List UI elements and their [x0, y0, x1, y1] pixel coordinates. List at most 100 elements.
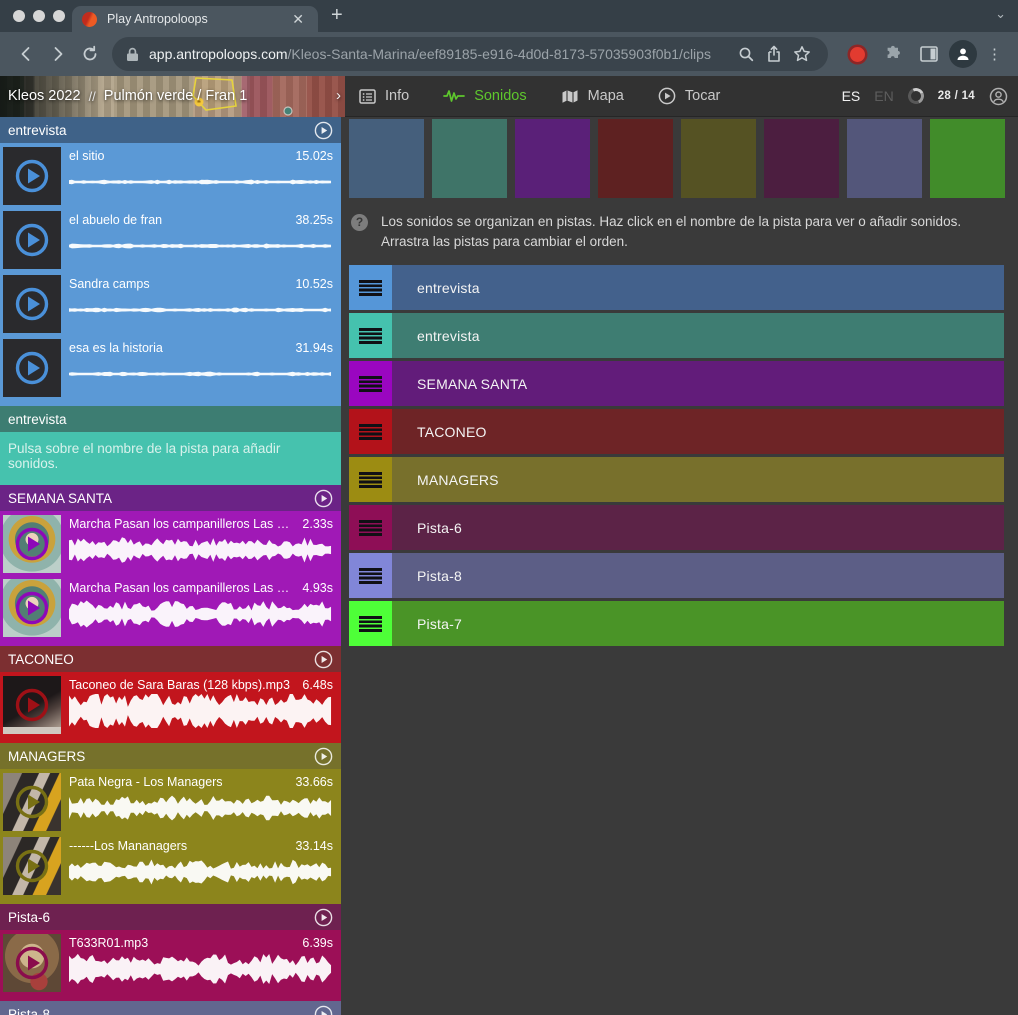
address-bar[interactable]: app.antropoloops.com/Kleos-Santa-Marina/… — [112, 37, 828, 71]
browser-menu-icon[interactable]: ⋮ — [981, 45, 1008, 63]
minimize-window-button[interactable] — [33, 10, 45, 22]
track-name[interactable]: entrevista — [417, 328, 480, 344]
audio-clip[interactable]: Pata Negra - Los Managers 33.66s — [3, 772, 338, 834]
clip-play-button[interactable] — [3, 339, 61, 397]
track-name[interactable]: Pista-6 — [417, 520, 462, 536]
tab-search-chevron-icon[interactable]: ⌄ — [995, 6, 1006, 22]
share-icon[interactable] — [760, 40, 788, 68]
drag-handle[interactable] — [349, 361, 392, 406]
clip-thumbnail[interactable] — [3, 275, 61, 333]
track-name[interactable]: Pista-7 — [417, 616, 462, 632]
clip-play-button[interactable] — [3, 515, 61, 573]
audio-clip[interactable]: Taconeo de Sara Baras (128 kbps).mp3 6.4… — [3, 675, 338, 737]
clip-thumbnail[interactable] — [3, 676, 61, 734]
sidebar-track-header[interactable]: MANAGERS — [0, 743, 341, 769]
clip-thumbnail[interactable] — [3, 515, 61, 573]
clip-thumbnail[interactable] — [3, 579, 61, 637]
audio-clip[interactable]: Marcha Pasan los campanilleros Las Mejor… — [3, 578, 338, 640]
sidebar-track-header[interactable]: Pista-8 — [0, 1001, 341, 1015]
breadcrumb-session[interactable]: Pulmón verde / Fran 1 — [104, 88, 247, 104]
forward-button[interactable] — [42, 38, 74, 70]
record-extension-icon[interactable] — [850, 47, 865, 62]
track-name[interactable]: TACONEO — [417, 424, 487, 440]
track-play-icon[interactable] — [314, 908, 333, 927]
drag-handle[interactable] — [349, 601, 392, 646]
drag-handle[interactable] — [349, 265, 392, 310]
drag-handle[interactable] — [349, 553, 392, 598]
track-name[interactable]: entrevista — [417, 280, 480, 296]
track-name[interactable]: SEMANA SANTA — [417, 376, 527, 392]
clip-play-button[interactable] — [3, 676, 61, 734]
track-name[interactable]: Pista-8 — [417, 568, 462, 584]
clip-play-button[interactable] — [3, 275, 61, 333]
clip-play-button[interactable] — [3, 837, 61, 895]
nav-tab-sonidos[interactable]: Sonidos — [443, 88, 526, 104]
header-map-image[interactable]: Kleos 2022 // Pulmón verde / Fran 1 › — [0, 76, 345, 117]
clip-thumbnail[interactable] — [3, 339, 61, 397]
clip-play-button[interactable] — [3, 211, 61, 269]
track-play-icon[interactable] — [314, 650, 333, 669]
clip-play-button[interactable] — [3, 579, 61, 637]
clip-thumbnail[interactable] — [3, 837, 61, 895]
audio-clip[interactable]: ------Los Mananagers 33.14s — [3, 836, 338, 898]
browser-profile-avatar[interactable] — [949, 40, 977, 68]
bookmark-star-icon[interactable] — [788, 40, 816, 68]
play-circle-icon — [658, 87, 676, 105]
drag-handle[interactable] — [349, 409, 392, 454]
clip-play-button[interactable] — [3, 147, 61, 205]
new-tab-button[interactable]: + — [331, 4, 343, 27]
track-row[interactable]: Pista-8 — [349, 553, 1004, 598]
track-name[interactable]: MANAGERS — [417, 472, 499, 488]
breadcrumb-chevron-icon[interactable]: › — [336, 87, 341, 104]
track-play-icon[interactable] — [314, 489, 333, 508]
audio-clip[interactable]: Sandra camps 10.52s — [3, 274, 338, 336]
clip-thumbnail[interactable] — [3, 934, 61, 992]
lock-icon — [126, 47, 139, 62]
extensions-puzzle-icon[interactable] — [877, 38, 909, 70]
track-row[interactable]: entrevista — [349, 265, 1004, 310]
sidebar-track-header[interactable]: Pista-6 — [0, 904, 341, 930]
nav-tab-mapa[interactable]: Mapa — [561, 88, 624, 104]
track-row[interactable]: Pista-6 — [349, 505, 1004, 550]
track-play-icon[interactable] — [314, 121, 333, 140]
maximize-window-button[interactable] — [53, 10, 65, 22]
audio-clip[interactable]: el sitio 15.02s — [3, 146, 338, 208]
account-icon[interactable] — [989, 87, 1008, 106]
breadcrumb-project[interactable]: Kleos 2022 — [8, 88, 81, 104]
lang-en[interactable]: EN — [874, 88, 893, 104]
drag-handle[interactable] — [349, 313, 392, 358]
track-row[interactable]: TACONEO — [349, 409, 1004, 454]
sidebar-track-header[interactable]: entrevista — [0, 117, 341, 143]
clip-play-button[interactable] — [3, 934, 61, 992]
track-row[interactable]: MANAGERS — [349, 457, 1004, 502]
clip-thumbnail[interactable] — [3, 147, 61, 205]
clip-thumbnail[interactable] — [3, 773, 61, 831]
nav-tab-info[interactable]: Info — [359, 88, 409, 104]
sidebar-track-header[interactable]: SEMANA SANTA — [0, 485, 341, 511]
audio-clip[interactable]: el abuelo de fran 38.25s — [3, 210, 338, 272]
reload-button[interactable] — [74, 38, 106, 70]
track-play-icon[interactable] — [314, 747, 333, 766]
clip-play-button[interactable] — [3, 773, 61, 831]
zoom-icon[interactable] — [732, 40, 760, 68]
audio-clip[interactable]: T633R01.mp3 6.39s — [3, 933, 338, 995]
tab-close-icon[interactable]: ✕ — [288, 10, 308, 28]
sidebar-track-header[interactable]: TACONEO — [0, 646, 341, 672]
audio-clip[interactable]: Marcha Pasan los campanilleros Las Mejor… — [3, 514, 338, 576]
track-row[interactable]: Pista-7 — [349, 601, 1004, 646]
sidebar-track-header[interactable]: entrevista — [0, 406, 341, 432]
side-panel-icon[interactable] — [913, 38, 945, 70]
track-row[interactable]: SEMANA SANTA — [349, 361, 1004, 406]
close-window-button[interactable] — [13, 10, 25, 22]
sidebar-track-body: T633R01.mp3 6.39s — [0, 930, 341, 1001]
clip-thumbnail[interactable] — [3, 211, 61, 269]
drag-handle[interactable] — [349, 505, 392, 550]
lang-es[interactable]: ES — [842, 88, 861, 104]
track-row[interactable]: entrevista — [349, 313, 1004, 358]
nav-tab-tocar[interactable]: Tocar — [658, 87, 720, 105]
browser-tab[interactable]: Play Antropoloops ✕ — [72, 6, 318, 32]
back-button[interactable] — [10, 38, 42, 70]
drag-handle[interactable] — [349, 457, 392, 502]
track-play-icon[interactable] — [314, 1005, 333, 1015]
audio-clip[interactable]: esa es la historia 31.94s — [3, 338, 338, 400]
